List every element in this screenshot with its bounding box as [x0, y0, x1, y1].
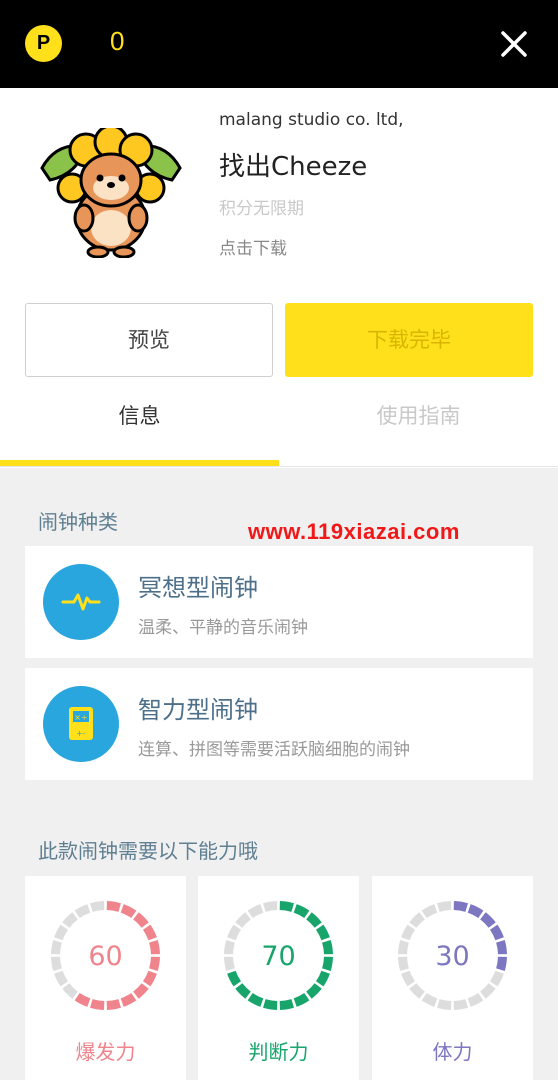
ability-label: 爆发力 [75, 1040, 136, 1064]
intelligence-alarm-icon: ×÷ +- [43, 686, 119, 762]
tab-user-guide[interactable]: 使用指南 [279, 400, 558, 430]
ring-segment [247, 904, 264, 919]
ability-value: 30 [435, 941, 470, 972]
ring-segment [90, 901, 105, 912]
alarm-description: 温柔、平静的音乐闹钟 [138, 618, 308, 638]
ring-segment [120, 992, 137, 1007]
points-validity: 积分无限期 [219, 199, 304, 219]
ability-value: 70 [261, 941, 296, 972]
svg-text:+-: +- [76, 729, 86, 738]
ring-segment [120, 904, 137, 919]
ability-value: 60 [88, 941, 123, 972]
ring-segment [293, 992, 310, 1007]
ring-segment [227, 970, 242, 987]
ring-segment [306, 912, 322, 928]
ring-segment [401, 970, 416, 987]
ring-segment [62, 912, 78, 928]
ring-segment [279, 999, 294, 1010]
ring-segment [437, 901, 452, 912]
alarm-description: 连算、拼图等需要活跃脑细胞的闹钟 [138, 740, 410, 760]
ring-segment [54, 924, 69, 941]
ring-segment [401, 924, 416, 941]
top-bar: P 0 [0, 0, 558, 88]
download-hint: 点击下载 [219, 239, 287, 259]
ring-segment [90, 999, 105, 1010]
ring-segment [106, 901, 121, 912]
ring-segment [293, 904, 310, 919]
ring-segment [409, 912, 425, 928]
preview-button[interactable]: 预览 [25, 303, 273, 377]
alarm-types-title: 闹钟种类 [38, 510, 118, 534]
ring-segment [421, 904, 438, 919]
ring-segment [74, 992, 91, 1007]
ability-title: 此款闹钟需要以下能力哦 [38, 839, 258, 863]
ring-segment [467, 904, 484, 919]
ring-segment [306, 983, 322, 999]
alarm-card-intelligence[interactable]: ×÷ +- 智力型闹钟 连算、拼图等需要活跃脑细胞的闹钟 [25, 668, 533, 780]
alarm-name: 智力型闹钟 [138, 696, 258, 724]
ability-card-stamina: 30 体力 [372, 876, 533, 1080]
calculator-icon: ×÷ +- [69, 707, 93, 740]
coin-icon: P [25, 25, 62, 62]
tabs-divider [0, 466, 558, 467]
ring-segment [480, 912, 496, 928]
ability-card-judgment: 70 判断力 [198, 876, 359, 1080]
alarm-card-meditation[interactable]: 冥想型闹钟 温柔、平静的音乐闹钟 [25, 546, 533, 658]
ring-segment [142, 970, 157, 987]
ring-segment [437, 999, 452, 1010]
ring-segment [263, 901, 278, 912]
meditation-alarm-icon [43, 564, 119, 640]
ring-segment [421, 992, 438, 1007]
download-complete-button[interactable]: 下载完毕 [285, 303, 533, 377]
ring-segment [142, 924, 157, 941]
developer-name: malang studio co. ltd, [219, 110, 404, 130]
ring-segment [247, 992, 264, 1007]
ring-segment [62, 983, 78, 999]
hamster-app-icon [40, 128, 182, 258]
svg-text:×÷: ×÷ [74, 713, 87, 722]
ability-card-burst: 60 爆发力 [25, 876, 186, 1080]
ring-segment [489, 924, 504, 941]
ring-segment [133, 912, 149, 928]
points-count: 0 [110, 26, 125, 56]
ring-segment [227, 924, 242, 941]
ring-segment [106, 999, 121, 1010]
ring-segment [74, 904, 91, 919]
heartbeat-icon [61, 593, 101, 611]
ring-segment [235, 983, 251, 999]
ring-segment [235, 912, 251, 928]
ring-segment [480, 983, 496, 999]
tab-info[interactable]: 信息 [0, 400, 279, 430]
ring-segment [315, 970, 330, 987]
ring-segment [315, 924, 330, 941]
app-header: malang studio co. ltd, 找出Cheeze 积分无限期 点击… [0, 88, 558, 468]
ability-label: 体力 [432, 1040, 473, 1064]
app-title: 找出Cheeze [219, 152, 368, 182]
ring-segment [133, 983, 149, 999]
ring-segment [263, 999, 278, 1010]
close-icon[interactable] [494, 24, 534, 64]
ring-segment [409, 983, 425, 999]
ring-segment [467, 992, 484, 1007]
ring-segment [453, 901, 468, 912]
ring-segment [279, 901, 294, 912]
alarm-name: 冥想型闹钟 [138, 574, 258, 602]
ability-label: 判断力 [248, 1040, 309, 1064]
ring-segment [54, 970, 69, 987]
ring-segment [453, 999, 468, 1010]
watermark: www.119xiazai.com [248, 519, 460, 544]
ring-segment [489, 970, 504, 987]
